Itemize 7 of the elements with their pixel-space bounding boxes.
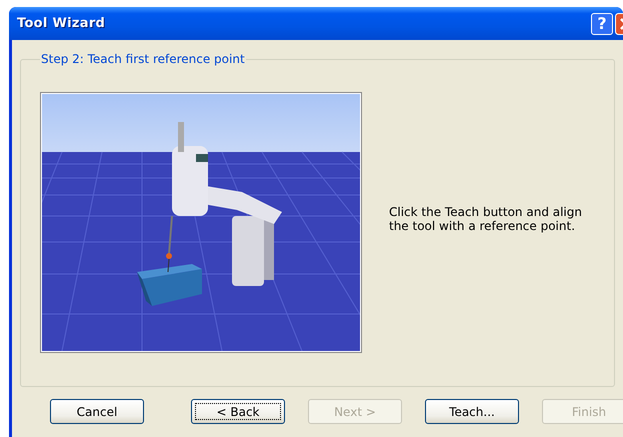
wizard-button[interactable]: Teach... [425,399,519,424]
window-title: Tool Wizard [17,16,106,31]
wizard-button[interactable]: Cancel [50,399,144,424]
instruction-text: Click the Teach button and align the tool with a reference point. [389,205,583,233]
help-button[interactable]: ? [591,12,613,34]
step-title: Step 2: Teach first reference point [40,52,246,66]
wizard-button[interactable]: < Back [191,399,285,424]
